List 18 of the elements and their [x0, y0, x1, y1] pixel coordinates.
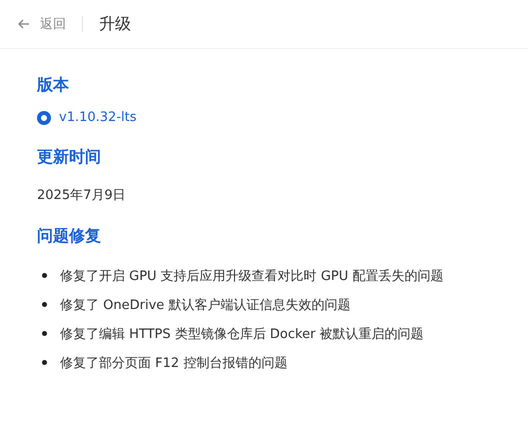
section-heading: 更新时间: [37, 147, 102, 168]
back-button[interactable]: 返回: [18, 15, 66, 33]
fix-item: 修复了开启 GPU 支持后应用升级查看对比时 GPU 配置丢失的问题: [60, 268, 444, 284]
bullet-icon: [42, 302, 47, 307]
section-heading: 问题修复: [37, 226, 102, 247]
version-label: v1.10.32-lts: [59, 110, 136, 125]
bullet-icon: [42, 273, 47, 278]
radio-icon[interactable]: [37, 110, 51, 124]
version-option[interactable]: v1.10.32-lts: [37, 110, 491, 125]
bullet-icon: [42, 360, 47, 365]
fix-item: 修复了 OneDrive 默认客户端认证信息失效的问题: [60, 296, 350, 314]
update-date: 2025年7月9日: [37, 187, 127, 204]
fix-item: 修复了编辑 HTTPS 类型镜像仓库后 Docker 被默认重启的问题: [60, 326, 424, 342]
back-arrow-icon: [18, 19, 30, 29]
page-title: 升级: [99, 14, 131, 34]
fix-item: 修复了部分页面 F12 控制台报错的问题: [60, 354, 288, 372]
bullet-icon: [42, 331, 47, 336]
section-heading: 版本: [37, 75, 70, 96]
